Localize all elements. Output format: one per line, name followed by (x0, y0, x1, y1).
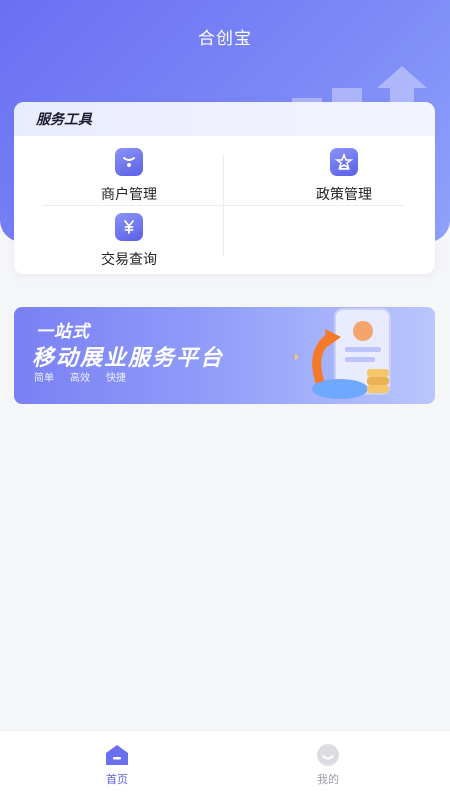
tab-home[interactable]: 首页 (77, 743, 157, 787)
tab-home-label: 首页 (106, 773, 128, 786)
profile-smile-icon (317, 744, 339, 766)
service-tools-grid: 商户管理 政策管理 交易查询 (14, 136, 435, 274)
banner-tag: 高效 (70, 373, 90, 384)
banner-tag: 快捷 (106, 373, 126, 384)
tool-merchant-label: 商户管理 (101, 187, 157, 203)
tab-mine[interactable]: 我的 (288, 743, 368, 787)
home-icon (106, 745, 128, 765)
tab-mine-label: 我的 (317, 773, 339, 786)
grid-divider-horizontal (42, 205, 404, 206)
banner-tag: 简单 (34, 373, 54, 384)
banner-headline-large: 移动展业服务平台 (32, 346, 225, 371)
tool-merchant-management[interactable]: 商户管理 (49, 148, 209, 204)
banner-headline-small: 一站式 (36, 322, 90, 342)
app-title: 合创宝 (198, 29, 252, 49)
banner-phone-illustration (295, 308, 391, 399)
transaction-yen-icon (115, 213, 143, 241)
tool-transaction-label: 交易查询 (101, 252, 157, 268)
policy-star-icon (330, 148, 358, 176)
merchant-bag-icon (115, 148, 143, 176)
promo-banner[interactable]: 一站式 移动展业服务平台 简单 高效 快捷 (14, 307, 435, 404)
tool-transaction-query[interactable]: 交易查询 (49, 213, 209, 269)
tool-policy-management[interactable]: 政策管理 (264, 148, 424, 204)
service-tools-heading: 服务工具 (14, 102, 435, 136)
bottom-tab-bar: 首页 我的 (0, 730, 450, 800)
banner-tags: 简单 高效 快捷 (34, 369, 126, 384)
service-tools-card: 服务工具 商户管理 政策管理 交易查询 (14, 102, 435, 274)
tool-policy-label: 政策管理 (316, 187, 372, 203)
